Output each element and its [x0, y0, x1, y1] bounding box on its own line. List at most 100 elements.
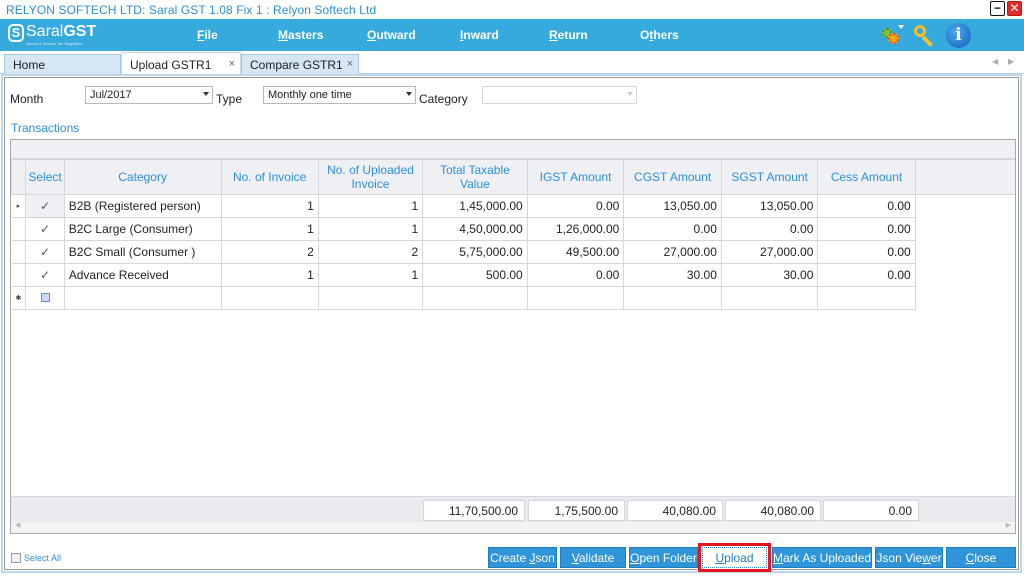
json-viewer-button[interactable]: Json Viewer [875, 547, 943, 568]
category-cell[interactable]: B2C Large (Consumer) [63, 217, 222, 241]
igst-amount-cell[interactable]: 0.00 [526, 194, 625, 218]
menu-others[interactable]: Others [640, 28, 679, 42]
row-select-checkbox[interactable]: ✓ [40, 200, 51, 212]
category-cell[interactable] [63, 286, 222, 310]
column-header-no-of-invoice[interactable]: No. of Invoice [220, 159, 319, 195]
close-tab-icon[interactable]: × [229, 58, 235, 70]
no-of-invoice-cell[interactable]: 2 [220, 240, 319, 264]
no-of-uploaded-invoice-cell[interactable] [317, 286, 424, 310]
scroll-left-icon[interactable]: ◀ [15, 521, 20, 529]
new-row[interactable]: ✱ [11, 286, 1016, 310]
total-taxable-value-cell[interactable]: 4,50,000.00 [422, 217, 528, 241]
column-header-cgst-amount[interactable]: CGST Amount [623, 159, 722, 195]
column-header-cess-amount[interactable]: Cess Amount [817, 159, 916, 195]
no-of-invoice-cell[interactable] [220, 286, 319, 310]
upload-button[interactable]: Upload [698, 543, 771, 572]
create-json-button[interactable]: Create Json [488, 547, 557, 568]
no-of-invoice-cell[interactable]: 1 [220, 194, 319, 218]
igst-amount-cell[interactable]: 0.00 [526, 263, 625, 287]
no-of-uploaded-invoice-cell[interactable]: 1 [317, 217, 424, 241]
category-cell[interactable]: B2C Small (Consumer ) [63, 240, 222, 264]
cgst-amount-cell[interactable]: 27,000.00 [623, 240, 722, 264]
tab-upload-gstr1[interactable]: Upload GSTR1 × [121, 52, 241, 75]
select-cell[interactable]: ✓ [25, 217, 65, 241]
close-tab-icon[interactable]: × [347, 58, 353, 70]
minimize-button[interactable]: − [990, 1, 1005, 16]
tab-home[interactable]: Home [4, 54, 121, 74]
no-of-uploaded-invoice-cell[interactable]: 1 [317, 194, 424, 218]
row-select-checkbox[interactable]: ✓ [40, 246, 51, 258]
column-header-sgst-amount[interactable]: SGST Amount [720, 159, 819, 195]
no-of-invoice-cell[interactable]: 1 [220, 263, 319, 287]
sgst-amount-cell[interactable]: 27,000.00 [720, 240, 819, 264]
cgst-amount-cell[interactable] [623, 286, 722, 310]
column-header-total-taxable-value[interactable]: Total Taxable Value [422, 159, 528, 195]
sgst-amount-cell[interactable]: 30.00 [720, 263, 819, 287]
tab-compare-gstr1[interactable]: Compare GSTR1 × [241, 54, 359, 74]
total-taxable-value: 11,70,500.00 [423, 500, 525, 521]
select-cell[interactable]: ✓ [25, 240, 65, 264]
select-cell[interactable]: ✓ [25, 263, 65, 287]
chevron-down-icon [203, 92, 209, 96]
tab-scroll-left-icon[interactable]: ◀ [992, 57, 998, 66]
igst-amount-cell[interactable]: 1,26,000.00 [526, 217, 625, 241]
mark-as-uploaded-button[interactable]: Mark As Uploaded [772, 547, 872, 568]
new-row-checkbox[interactable] [40, 293, 50, 302]
close-window-button[interactable]: ✕ [1007, 1, 1022, 16]
month-select[interactable]: Jul/2017 [85, 86, 213, 104]
table-row[interactable]: ✓ B2C Large (Consumer) 1 1 4,50,000.00 1,26,0… [11, 217, 1016, 241]
column-header-select[interactable]: Select [25, 159, 65, 195]
key-icon[interactable] [912, 23, 936, 47]
total-taxable-value-cell[interactable]: 500.00 [422, 263, 528, 287]
cess-amount-cell[interactable]: 0.00 [817, 217, 916, 241]
sgst-amount-cell[interactable]: 0.00 [720, 217, 819, 241]
sgst-amount-cell[interactable]: 13,050.00 [720, 194, 819, 218]
table-row[interactable]: ✓ B2C Small (Consumer ) 2 2 5,75,000.00 49,50… [11, 240, 1016, 264]
category-select[interactable] [482, 86, 637, 104]
menu-masters[interactable]: Masters [278, 28, 323, 42]
table-row[interactable]: ✓ Advance Received 1 1 500.00 0.00 30.00 30.00 0… [11, 263, 1016, 287]
validate-button[interactable]: Validate [560, 547, 626, 568]
row-select-checkbox[interactable]: ✓ [40, 223, 51, 235]
no-of-invoice-cell[interactable]: 1 [220, 217, 319, 241]
select-cell[interactable] [25, 286, 65, 310]
row-select-checkbox[interactable]: ✓ [40, 269, 51, 281]
info-icon[interactable]: i [946, 23, 971, 48]
total-taxable-value-cell[interactable]: 5,75,000.00 [422, 240, 528, 264]
column-header-no-of-uploaded-invoice[interactable]: No. of Uploaded Invoice [317, 159, 424, 195]
cgst-amount-cell[interactable]: 13,050.00 [623, 194, 722, 218]
select-all-checkbox[interactable]: Select All [11, 553, 61, 563]
menu-file[interactable]: File [197, 28, 218, 42]
settings-gear-icon[interactable] [880, 23, 904, 47]
menu-return[interactable]: Return [549, 28, 588, 42]
sgst-amount-cell[interactable] [720, 286, 819, 310]
no-of-uploaded-invoice-cell[interactable]: 2 [317, 240, 424, 264]
cess-amount-cell[interactable]: 0.00 [817, 194, 916, 218]
grid-header-row: Select Category No. of Invoice No. of Up… [10, 159, 1015, 195]
igst-amount-cell[interactable]: 49,500.00 [526, 240, 625, 264]
cess-amount-cell[interactable]: 0.00 [817, 263, 916, 287]
open-folder-button[interactable]: Open Folder [629, 547, 698, 568]
column-header-category[interactable]: Category [63, 159, 222, 195]
total-taxable-value-cell[interactable] [422, 286, 528, 310]
transactions-table: Select Category No. of Invoice No. of Up… [10, 159, 1016, 310]
no-of-uploaded-invoice-cell[interactable]: 1 [317, 263, 424, 287]
type-select[interactable]: Monthly one time [263, 86, 416, 104]
cgst-amount-cell[interactable]: 30.00 [623, 263, 722, 287]
horizontal-scrollbar[interactable]: ◀ ▶ [11, 522, 1015, 533]
column-header-igst-amount[interactable]: IGST Amount [526, 159, 625, 195]
select-cell[interactable]: ✓ [25, 194, 65, 218]
category-cell[interactable]: Advance Received [63, 263, 222, 287]
menu-outward[interactable]: Outward [367, 28, 416, 42]
scroll-right-icon[interactable]: ▶ [1006, 521, 1011, 529]
cess-amount-cell[interactable] [817, 286, 916, 310]
cgst-amount-cell[interactable]: 0.00 [623, 217, 722, 241]
igst-amount-cell[interactable] [526, 286, 625, 310]
category-cell[interactable]: B2B (Registered person) [63, 194, 222, 218]
cess-amount-cell[interactable]: 0.00 [817, 240, 916, 264]
menu-inward[interactable]: Inward [460, 28, 499, 42]
total-taxable-value-cell[interactable]: 1,45,000.00 [422, 194, 528, 218]
close-button[interactable]: Close [946, 547, 1016, 568]
tab-scroll-right-icon[interactable]: ▶ [1008, 57, 1014, 66]
table-row[interactable]: ▸ ✓ B2B (Registered person) 1 1 1,45,000.00 0.… [11, 194, 1016, 218]
